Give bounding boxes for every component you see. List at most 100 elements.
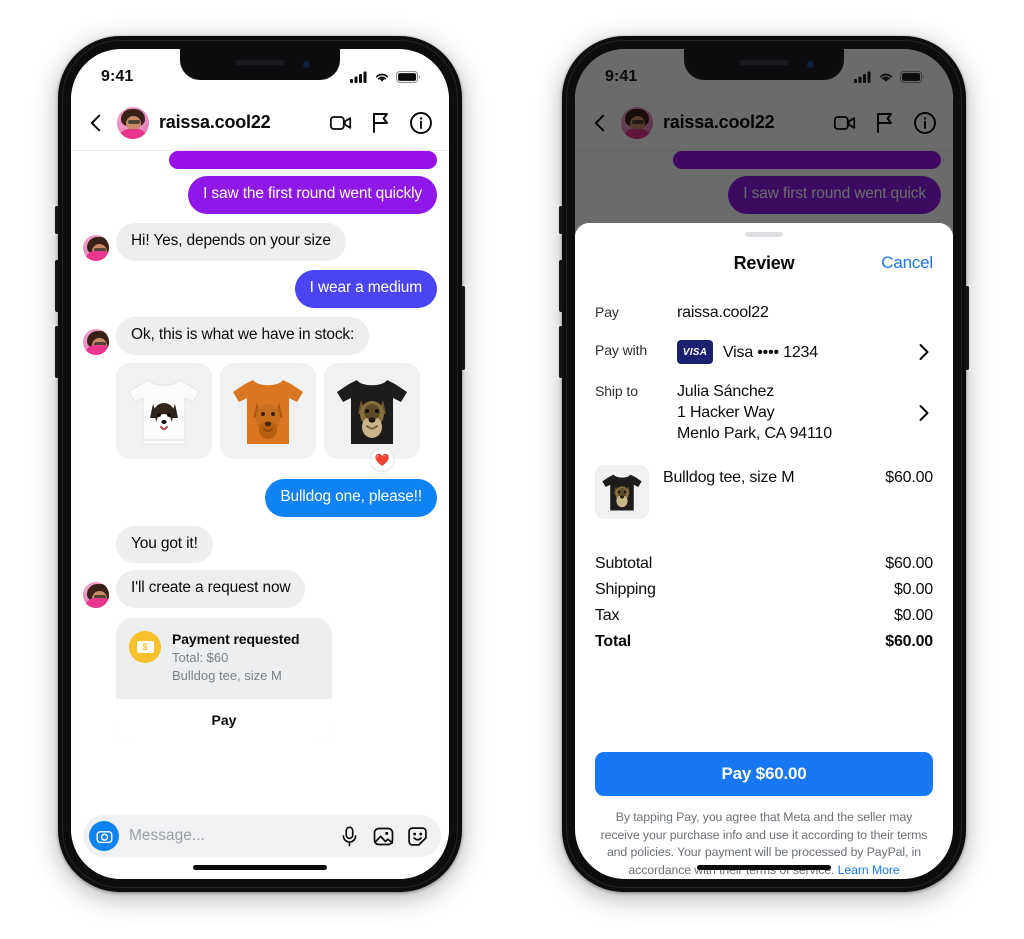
product-card-border-collie-tee[interactable] [116,362,212,459]
video-camera-icon[interactable] [329,111,353,135]
dollar-bill-glyph: $ [136,641,154,654]
payment-request-title: Payment requested [172,631,300,648]
total-value: $0.00 [893,607,933,625]
message-row: Ok, this is what we have in stock: [83,316,437,355]
pay-button[interactable]: Pay $60.00 [595,752,933,797]
message-row: I saw the first round went quickly [83,176,437,214]
avatar[interactable] [117,106,149,139]
photo-gallery-icon[interactable] [373,826,394,847]
message-row: I wear a medium [83,269,437,308]
visa-card-icon: VISA [677,340,713,365]
message-row: Bulldog one, please!! [83,478,437,517]
message-bubble: I'll create a request now [116,570,306,609]
row-pay-with[interactable]: Pay with VISA Visa •••• 1234 [595,332,933,373]
status-icons [350,71,421,83]
message-bubble: Hi! Yes, depends on your size [116,222,346,261]
message-input[interactable] [129,827,329,845]
microphone-icon[interactable] [339,826,360,847]
earpiece-speaker [739,60,789,65]
row-value: Julia Sánchez 1 Hacker Way Menlo Park, C… [677,383,832,443]
chat-header: raissa.cool22 [71,95,449,151]
total-row-total: Total $60.00 [595,629,933,655]
sheet-title: Review [733,253,795,273]
composer-icons [339,826,428,847]
phone-left: 9:41 raissa.cool22 I saw the first round… [55,36,465,892]
bulldog-tee-image [337,379,407,444]
notch [180,49,340,80]
message-bubble: Ok, this is what we have in stock: [116,316,370,355]
total-row-shipping: Shipping $0.00 [595,577,933,603]
composer-bar [83,815,441,857]
product-card-golden-retriever-tee[interactable] [220,362,316,459]
total-value: $0.00 [893,581,933,599]
sticker-smiley-icon[interactable] [407,826,428,847]
golden-retriever-tee-image [233,379,303,444]
total-value: $60.00 [885,555,933,573]
phone-right-screen: 9:41 Review Cancel Pay raissa.cool22 Pay… [575,49,953,879]
card-label: Visa •••• 1234 [723,343,818,361]
product-card-bulldog-tee[interactable] [324,362,420,459]
status-time: 9:41 [605,68,638,85]
message-row: Hi! Yes, depends on your size [83,222,437,261]
payment-request-pay-button[interactable]: Pay [116,698,332,742]
front-camera [807,61,814,68]
learn-more-link[interactable]: Learn More [838,863,900,877]
chevron-right-icon[interactable] [915,404,933,422]
power-button[interactable] [461,286,465,370]
flag-icon[interactable] [369,111,393,135]
cancel-button[interactable]: Cancel [881,253,933,273]
back-chevron-icon[interactable] [85,112,107,134]
info-circle-icon[interactable] [409,111,433,135]
message-bubble-clipped [169,151,437,169]
front-camera [303,61,310,68]
camera-glyph [96,830,112,843]
volume-up-button[interactable] [55,260,59,312]
order-totals: Subtotal $60.00 Shipping $0.00 Tax $0.00 [595,551,933,655]
avatar-glasses [128,119,140,124]
product-carousel[interactable]: ❤️ [116,362,437,471]
heart-reaction-icon[interactable]: ❤️ [371,448,393,471]
camera-icon[interactable] [89,821,119,851]
row-ship-to[interactable]: Ship to Julia Sánchez 1 Hacker Way Menlo… [595,373,933,453]
phone-left-screen: 9:41 raissa.cool22 I saw the first round… [71,49,449,879]
row-label: Pay with [595,342,648,359]
message-avatar [83,234,109,261]
payment-request-details: $ Payment requested Total: $60 Bulldog t… [116,618,332,698]
home-indicator [697,865,831,870]
message-row: I'll create a request now [83,570,437,609]
cellular-bars-icon [854,71,871,83]
volume-down-button[interactable] [559,326,563,378]
row-pay-recipient: Pay raissa.cool22 [595,294,933,332]
chat-message-list[interactable]: I saw the first round went quickly Hi! Y… [71,151,449,807]
total-row-tax: Tax $0.00 [595,603,933,629]
total-label: Subtotal [595,555,653,573]
wifi-icon [880,73,892,82]
payment-request-card[interactable]: $ Payment requested Total: $60 Bulldog t… [116,618,332,742]
volume-down-button[interactable] [55,326,59,378]
message-bubble: I wear a medium [294,269,437,308]
total-label: Shipping [595,581,656,599]
message-bubble: Bulldog one, please!! [265,478,437,517]
silent-switch[interactable] [55,206,59,234]
bulldog-tee-image [602,475,642,511]
wifi-icon [376,73,388,82]
status-time: 9:41 [101,68,134,85]
silent-switch[interactable] [559,206,563,234]
payment-request-total: Total: $60 [172,650,229,666]
line-item-name: Bulldog tee, size M [663,469,795,487]
cellular-bars-icon [350,71,367,83]
power-button[interactable] [965,286,969,370]
border-collie-tee-image [128,378,200,445]
row-value: raissa.cool22 [677,304,769,321]
line-item-price: $60.00 [885,469,933,487]
header-actions [329,111,433,135]
battery-icon [900,71,924,83]
payment-request-item: Bulldog tee, size M [172,668,282,684]
bulldog-tee-thumbnail [595,465,649,520]
sheet-body: Pay raissa.cool22 Pay with VISA Visa •••… [575,290,953,733]
message-row: You got it! [83,525,437,564]
battery-icon [396,71,420,83]
volume-up-button[interactable] [559,260,563,312]
chevron-right-icon[interactable] [915,343,933,361]
total-label: Tax [595,607,620,625]
